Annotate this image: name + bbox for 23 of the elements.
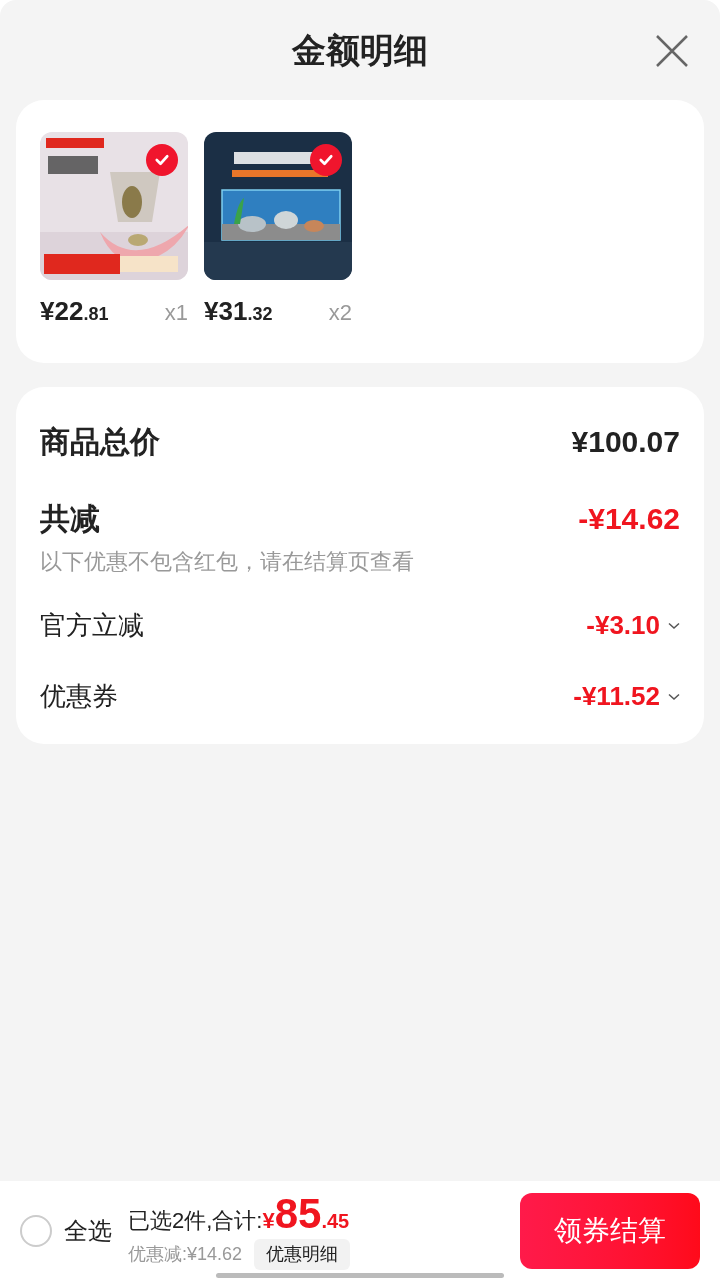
discount-note: 以下优惠不包含红包，请在结算页查看 bbox=[40, 548, 415, 576]
total-label: 商品总价 bbox=[40, 424, 160, 460]
close-button[interactable] bbox=[654, 33, 690, 69]
total-value: ¥100.07 bbox=[571, 424, 680, 460]
discount-label: 共减 bbox=[40, 501, 100, 537]
checkout-button[interactable]: 领券结算 bbox=[520, 1193, 700, 1269]
discount-item-value: -¥11.52 bbox=[573, 680, 660, 713]
item-quantity: x2 bbox=[328, 299, 352, 327]
discount-value: -¥14.62 bbox=[578, 501, 680, 537]
discount-item-label: 官方立减 bbox=[40, 609, 144, 642]
saved-amount: 优惠减:¥14.62 bbox=[128, 1242, 243, 1266]
chevron-icon[interactable] bbox=[668, 692, 680, 701]
discount-item-value: -¥3.10 bbox=[586, 609, 660, 642]
sheet-title: 金额明细 bbox=[292, 29, 428, 71]
discount-item-label: 优惠券 bbox=[40, 680, 118, 713]
select-all-checkbox[interactable] bbox=[20, 1215, 52, 1247]
discount-detail-button[interactable]: 优惠明细 bbox=[254, 1238, 351, 1270]
total-summary: 已选2件,合计:¥85.45 bbox=[128, 1192, 351, 1235]
item-quantity: x1 bbox=[164, 299, 188, 327]
item-price: ¥22.81 bbox=[40, 295, 109, 328]
select-all-label: 全选 bbox=[64, 1216, 112, 1246]
chevron-icon[interactable] bbox=[668, 621, 680, 630]
item-price: ¥31.32 bbox=[204, 295, 273, 328]
